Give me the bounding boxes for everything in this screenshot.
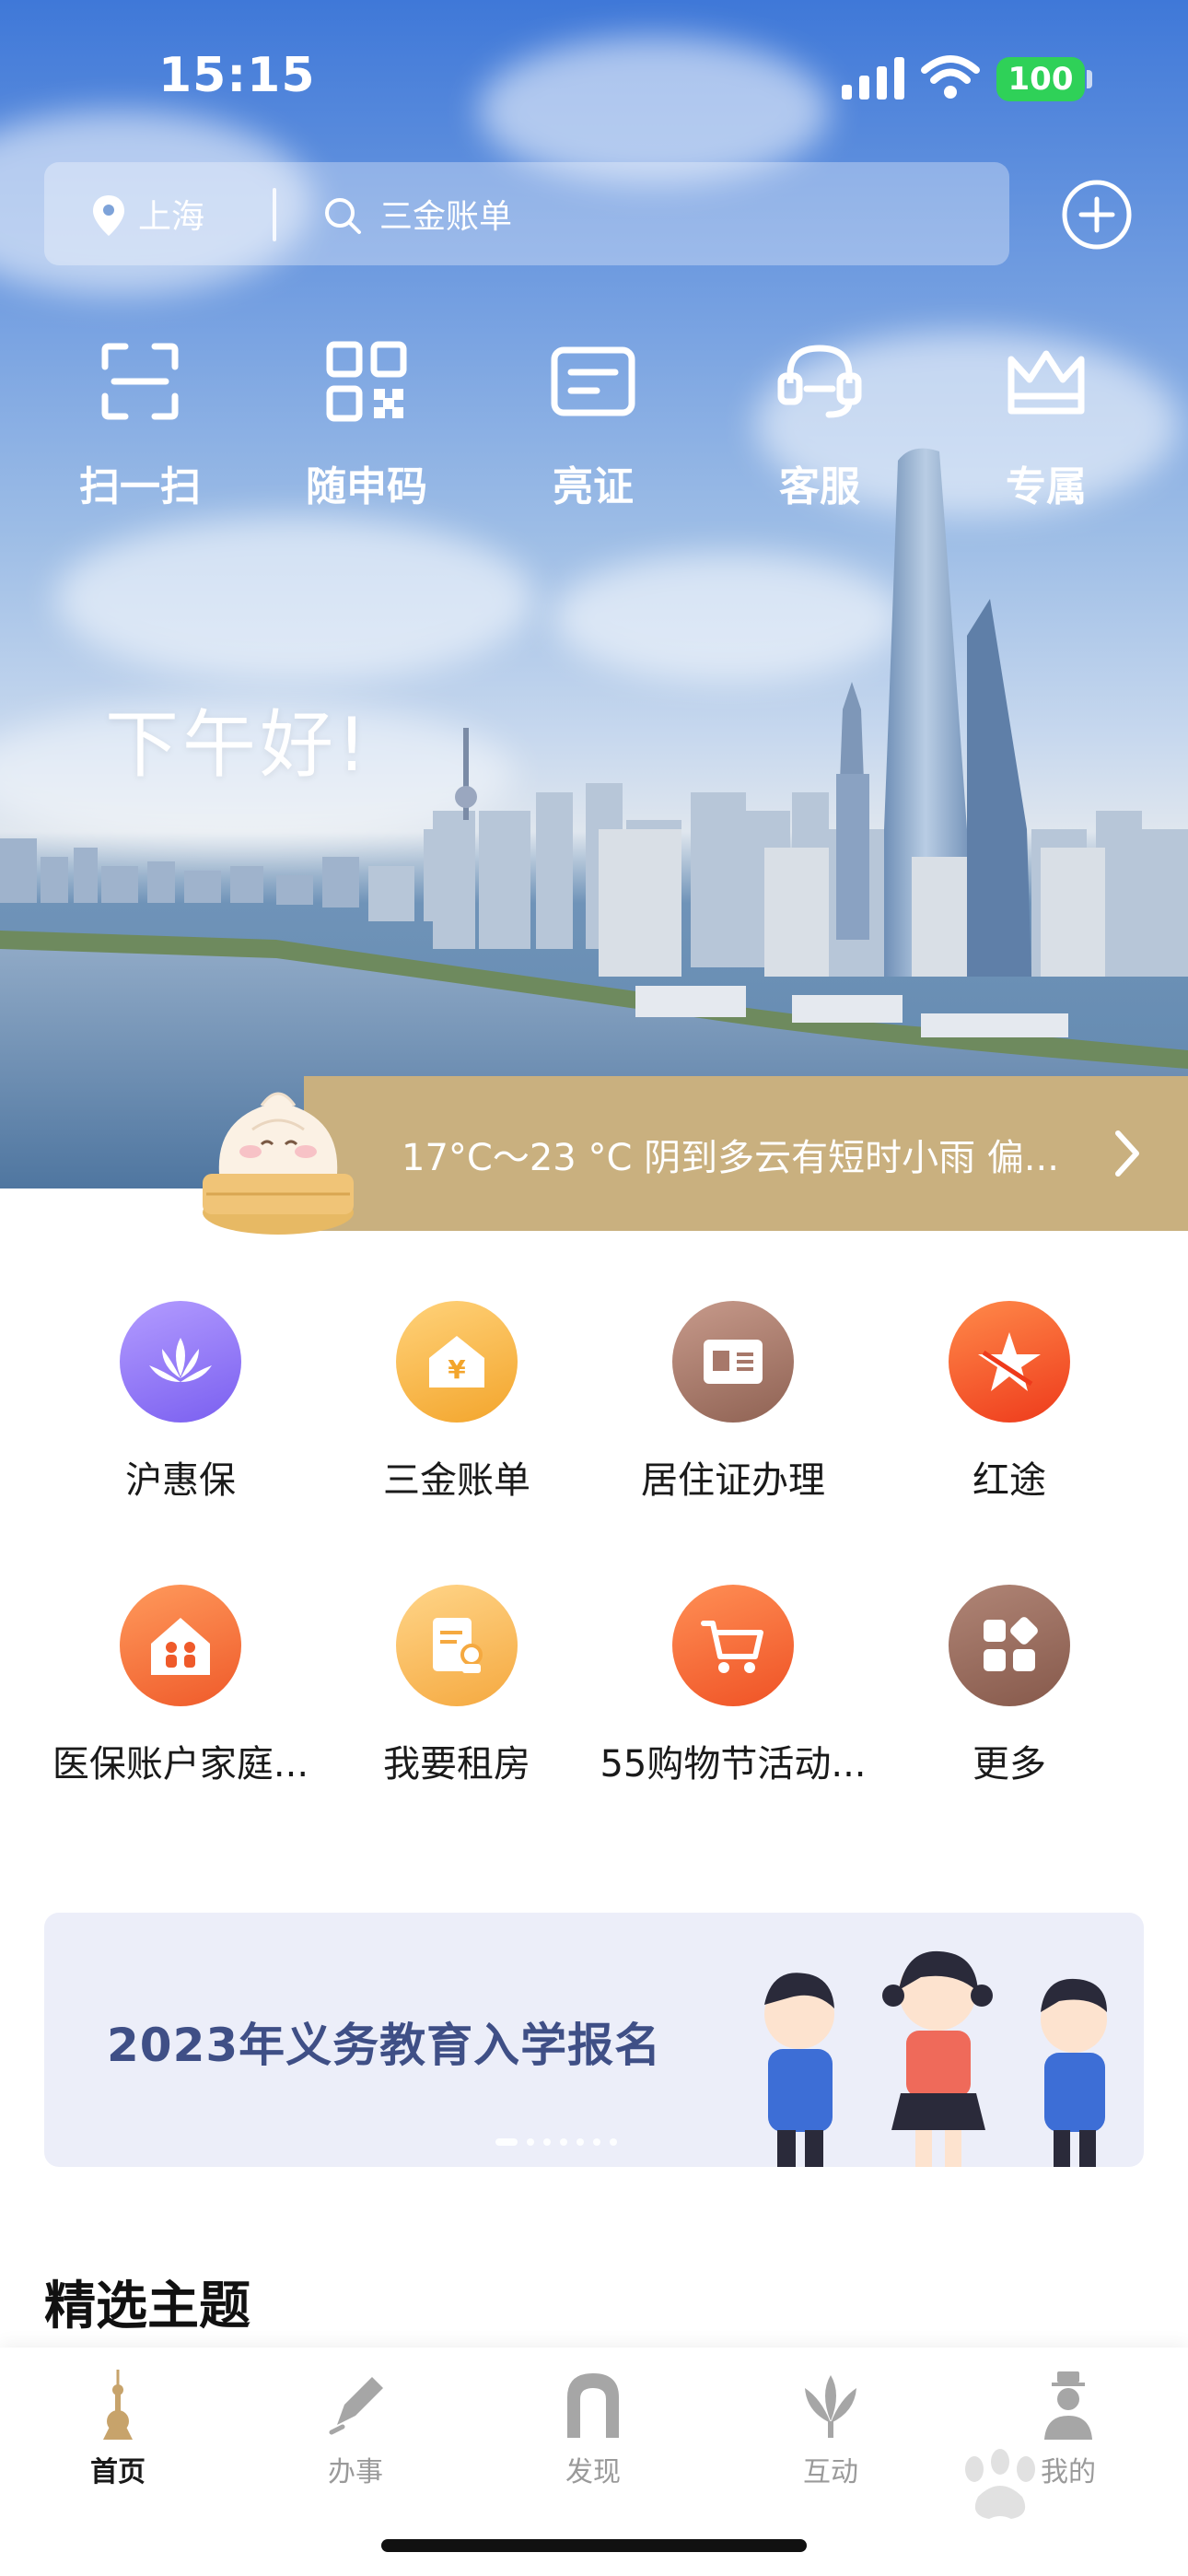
carousel-dots [495,2132,626,2146]
service-icon-bg [120,1585,241,1706]
tab-services[interactable]: 办事 [282,2368,429,2506]
crown-icon [1007,350,1085,415]
service-label: 医保账户家庭... [52,1743,309,1786]
search-divider [273,188,276,241]
hero-banner: 15:15 100 上海 三金账单 扫一扫 随申码 亮证 客服 专属 下午好! [0,0,1188,1188]
wifi-icon [921,55,980,99]
add-circle-icon[interactable] [1061,179,1133,251]
tab-home[interactable]: 首页 [44,2368,192,2506]
service-sanjin-bill[interactable]: ¥ 三金账单 [319,1301,595,1522]
star-flag-icon [978,1332,1041,1391]
tab-label: 首页 [90,2456,146,2488]
carousel-dot [527,2138,534,2146]
service-residence-permit[interactable]: 居住证办理 [595,1301,871,1522]
service-label: 我要租房 [383,1743,530,1786]
person-icon [1044,2371,1092,2440]
carousel-dot [543,2138,551,2146]
service-icon-bg [949,1585,1070,1706]
search-icon [325,198,361,234]
service-icon-bg [949,1301,1070,1423]
service-label: 沪惠保 [125,1459,236,1502]
shopping-cart-icon [701,1621,763,1673]
students-illustration [764,1950,1107,2167]
greeting-text: 下午好! [105,702,371,788]
carousel-dot [593,2138,600,2146]
arch-door-icon [567,2373,619,2438]
service-label: 更多 [973,1743,1046,1786]
customer-service-icon [777,345,862,418]
pearl-tower-icon [103,2370,133,2440]
service-icon-bg: ¥ [396,1301,518,1423]
service-medical-family[interactable]: 医保账户家庭... [42,1585,319,1806]
dumpling-mascot-icon [203,1092,354,1235]
status-time: 15:15 [158,48,316,103]
svg-text:¥: ¥ [448,1354,466,1385]
service-icon-bg [120,1301,241,1423]
quick-action-exclusive[interactable]: 专属 [945,337,1147,521]
search-bar[interactable]: 上海 三金账单 [44,162,1009,265]
home-indicator [381,2539,807,2552]
tab-discover[interactable]: 发现 [519,2368,667,2506]
location-pin-icon[interactable] [90,193,127,238]
battery-cap [1087,70,1092,88]
weather-text: 17°C～23 °C 阴到多云有短时小雨 偏... [402,1137,1059,1179]
magnolia-icon [805,2375,856,2438]
services-grid: 沪惠保 ¥ 三金账单 居住证办理 红途 医保账户家庭... 我要租房 55购物节… [0,1301,1188,1817]
quick-actions: 扫一扫 随申码 亮证 客服 专属 [0,337,1188,521]
quick-action-scan[interactable]: 扫一扫 [39,337,241,521]
pen-icon [329,2377,383,2435]
family-house-icon [151,1618,210,1675]
battery-indicator: 100 [996,57,1085,101]
carousel-dot [610,2138,617,2146]
quick-action-label: 亮证 [553,463,634,510]
carousel-dot [560,2138,567,2146]
search-input[interactable]: 三金账单 [379,190,512,238]
service-rent[interactable]: 我要租房 [319,1585,595,1806]
lotus-icon [149,1338,212,1382]
service-huhuibao[interactable]: 沪惠保 [42,1301,319,1522]
quick-action-label: 扫一扫 [79,463,201,510]
baidu-jingyan-watermark [965,2449,1035,2519]
section-title: 精选主题 [44,2277,250,2336]
quick-action-label: 随申码 [306,463,427,510]
banner-title: 2023年义务教育入学报名 [107,2019,662,2072]
service-label: 三金账单 [383,1459,530,1502]
service-label: 55购物节活动... [600,1743,867,1786]
quick-action-qr[interactable]: 随申码 [265,337,468,521]
service-shopping-festival[interactable]: 55购物节活动... [595,1585,871,1806]
id-card-icon [551,346,635,416]
cellular-signal-icon [842,57,904,100]
quick-action-id[interactable]: 亮证 [492,337,694,521]
tab-label: 办事 [328,2456,383,2488]
quick-action-label: 客服 [779,463,860,510]
tab-label: 互动 [803,2456,858,2488]
service-icon-bg [672,1585,794,1706]
weather-strip[interactable]: 17°C～23 °C 阴到多云有短时小雨 偏... [0,1076,1188,1231]
service-hongtu[interactable]: 红途 [871,1301,1147,1522]
status-bar: 15:15 100 [0,0,1188,157]
yuan-house-icon: ¥ [429,1336,484,1388]
chevron-right-icon [1115,1130,1139,1177]
rent-document-icon [433,1618,483,1673]
residence-card-icon [704,1340,763,1384]
tab-interact[interactable]: 互动 [757,2368,904,2506]
service-label: 居住证办理 [641,1459,825,1502]
enrollment-banner[interactable]: 2023年义务教育入学报名 [44,1913,1144,2167]
carousel-dot [577,2138,584,2146]
service-label: 红途 [973,1459,1046,1502]
service-icon-bg [396,1585,518,1706]
location-label[interactable]: 上海 [138,190,204,238]
scan-icon [101,343,179,420]
more-grid-icon [984,1617,1038,1671]
tab-label: 发现 [565,2456,621,2488]
quick-action-service[interactable]: 客服 [718,337,921,521]
quick-action-label: 专属 [1006,463,1087,510]
carousel-dot [495,2138,518,2146]
service-icon-bg [672,1301,794,1423]
qr-code-icon [326,341,407,422]
service-more[interactable]: 更多 [871,1585,1147,1806]
